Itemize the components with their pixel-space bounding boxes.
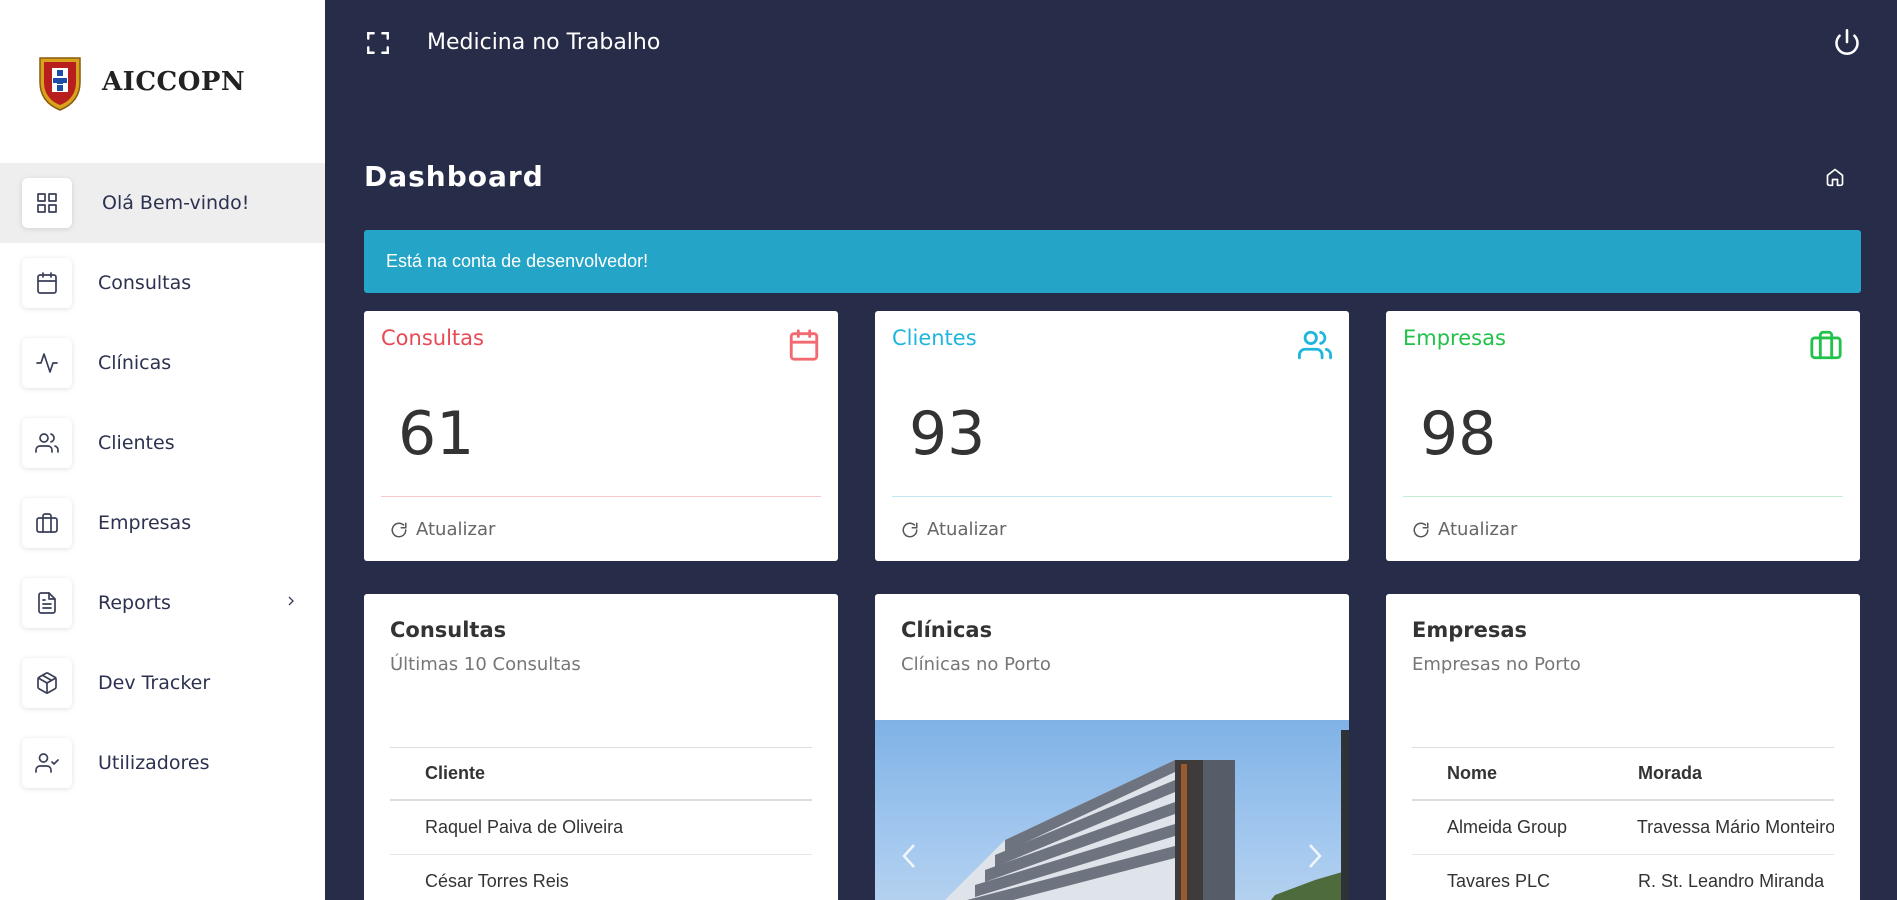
stat-card-empresas: Empresas 98 Atualizar xyxy=(1386,311,1860,561)
table-header: Nome Morada xyxy=(1412,747,1834,801)
panel-consultas: Consultas Últimas 10 Consultas Cliente R… xyxy=(364,594,838,900)
divider xyxy=(892,496,1332,497)
stat-value: 93 xyxy=(909,399,986,469)
developer-alert: Está na conta de desenvolvedor! xyxy=(364,230,1861,293)
stat-value: 61 xyxy=(398,399,475,469)
sidebar-item-welcome[interactable]: Olá Bem-vindo! xyxy=(0,163,325,243)
sidebar-item-dev-tracker[interactable]: Dev Tracker xyxy=(0,643,325,723)
consultas-table: Cliente Raquel Paiva de Oliveira César T… xyxy=(390,747,812,900)
column-header-cliente: Cliente xyxy=(425,763,486,783)
sidebar-item-label: Consultas xyxy=(98,272,192,294)
refresh-label: Atualizar xyxy=(1438,519,1518,540)
panel-subtitle: Empresas no Porto xyxy=(1412,654,1581,675)
sidebar-item-consultas[interactable]: Consultas xyxy=(0,243,325,323)
table-row[interactable]: Almeida Group Travessa Mário Monteiro xyxy=(1412,801,1834,855)
sidebar-item-empresas[interactable]: Empresas xyxy=(0,483,325,563)
file-text-icon xyxy=(22,578,72,628)
refresh-label: Atualizar xyxy=(927,519,1007,540)
refresh-button[interactable]: Atualizar xyxy=(390,519,495,540)
sidebar: AICCOPN Olá Bem-vindo! Consultas Clínica… xyxy=(0,0,325,900)
refresh-icon xyxy=(1413,522,1429,537)
sidebar-item-label: Clientes xyxy=(98,432,175,454)
cell-nome: Tavares PLC xyxy=(1447,871,1551,891)
briefcase-icon xyxy=(1809,328,1843,362)
cell-nome: Almeida Group xyxy=(1447,817,1568,837)
users-icon xyxy=(1298,328,1332,362)
topbar: Medicina no Trabalho xyxy=(325,0,1897,90)
stat-card-clientes: Clientes 93 Atualizar xyxy=(875,311,1349,561)
activity-icon xyxy=(22,338,72,388)
divider xyxy=(381,496,821,497)
panel-subtitle: Clínicas no Porto xyxy=(901,654,1051,675)
panel-empresas: Empresas Empresas no Porto Nome Morada A… xyxy=(1386,594,1860,900)
calendar-icon xyxy=(22,258,72,308)
briefcase-icon xyxy=(22,498,72,548)
sidebar-item-label: Dev Tracker xyxy=(98,672,211,694)
clinic-image-carousel[interactable] xyxy=(875,720,1349,900)
stat-card-consultas: Consultas 61 Atualizar xyxy=(364,311,838,561)
chevron-right-icon[interactable] xyxy=(283,593,299,613)
stat-title: Clientes xyxy=(892,326,977,350)
refresh-icon xyxy=(902,522,918,537)
table-row[interactable]: Raquel Paiva de Oliveira xyxy=(390,801,812,855)
users-icon xyxy=(22,418,72,468)
sidebar-item-clientes[interactable]: Clientes xyxy=(0,403,325,483)
table-row[interactable]: César Torres Reis xyxy=(390,855,812,900)
panel-title: Consultas xyxy=(390,618,507,642)
carousel-prev-icon[interactable] xyxy=(899,842,919,870)
divider xyxy=(1403,496,1843,497)
clinic-building-photo xyxy=(945,730,1349,900)
panel-subtitle: Últimas 10 Consultas xyxy=(390,654,581,675)
panel-title: Empresas xyxy=(1412,618,1528,642)
table-row[interactable]: Tavares PLC R. St. Leandro Miranda xyxy=(1412,855,1834,900)
brand[interactable]: AICCOPN xyxy=(0,0,325,163)
stat-title: Consultas xyxy=(381,326,484,350)
column-header-nome: Nome xyxy=(1447,763,1498,783)
refresh-label: Atualizar xyxy=(416,519,496,540)
carousel-next-icon[interactable] xyxy=(1305,842,1325,870)
sidebar-item-label: Utilizadores xyxy=(98,752,210,774)
column-header-morada: Morada xyxy=(1638,763,1703,783)
sidebar-item-clinicas[interactable]: Clínicas xyxy=(0,323,325,403)
refresh-button[interactable]: Atualizar xyxy=(901,519,1006,540)
sidebar-item-label: Olá Bem-vindo! xyxy=(102,192,250,214)
stat-title: Empresas xyxy=(1403,326,1506,350)
sidebar-item-label: Clínicas xyxy=(98,352,172,374)
sidebar-item-reports[interactable]: Reports xyxy=(0,563,325,643)
cell-morada: R. St. Leandro Miranda xyxy=(1638,871,1825,891)
page-title: Dashboard xyxy=(364,160,544,193)
fullscreen-icon[interactable] xyxy=(365,30,391,56)
panel-title: Clínicas xyxy=(901,618,993,642)
calendar-icon xyxy=(787,328,821,362)
brand-name: AICCOPN xyxy=(102,66,246,97)
cell-morada: Travessa Mário Monteiro xyxy=(1636,817,1834,837)
sidebar-item-label: Empresas xyxy=(98,512,192,534)
power-icon[interactable] xyxy=(1833,28,1861,56)
home-icon[interactable] xyxy=(1825,167,1845,187)
table-header: Cliente xyxy=(390,747,812,801)
refresh-button[interactable]: Atualizar xyxy=(1412,519,1517,540)
empresas-table: Nome Morada Almeida Group Travessa Mário… xyxy=(1412,747,1834,900)
sidebar-item-utilizadores[interactable]: Utilizadores xyxy=(0,723,325,803)
alert-text: Está na conta de desenvolvedor! xyxy=(386,251,649,271)
sidebar-nav: Olá Bem-vindo! Consultas Clínicas Client… xyxy=(0,163,325,803)
refresh-icon xyxy=(391,522,407,537)
cell-cliente: Raquel Paiva de Oliveira xyxy=(425,817,624,837)
panel-clinicas: Clínicas Clínicas no Porto xyxy=(875,594,1349,900)
cell-cliente: César Torres Reis xyxy=(425,871,569,891)
user-check-icon xyxy=(22,738,72,788)
stat-value: 98 xyxy=(1420,399,1497,469)
grid-icon xyxy=(22,178,72,228)
package-icon xyxy=(22,658,72,708)
app-title: Medicina no Trabalho xyxy=(427,30,661,55)
coat-of-arms-logo xyxy=(39,56,81,111)
sidebar-item-label: Reports xyxy=(98,592,171,614)
